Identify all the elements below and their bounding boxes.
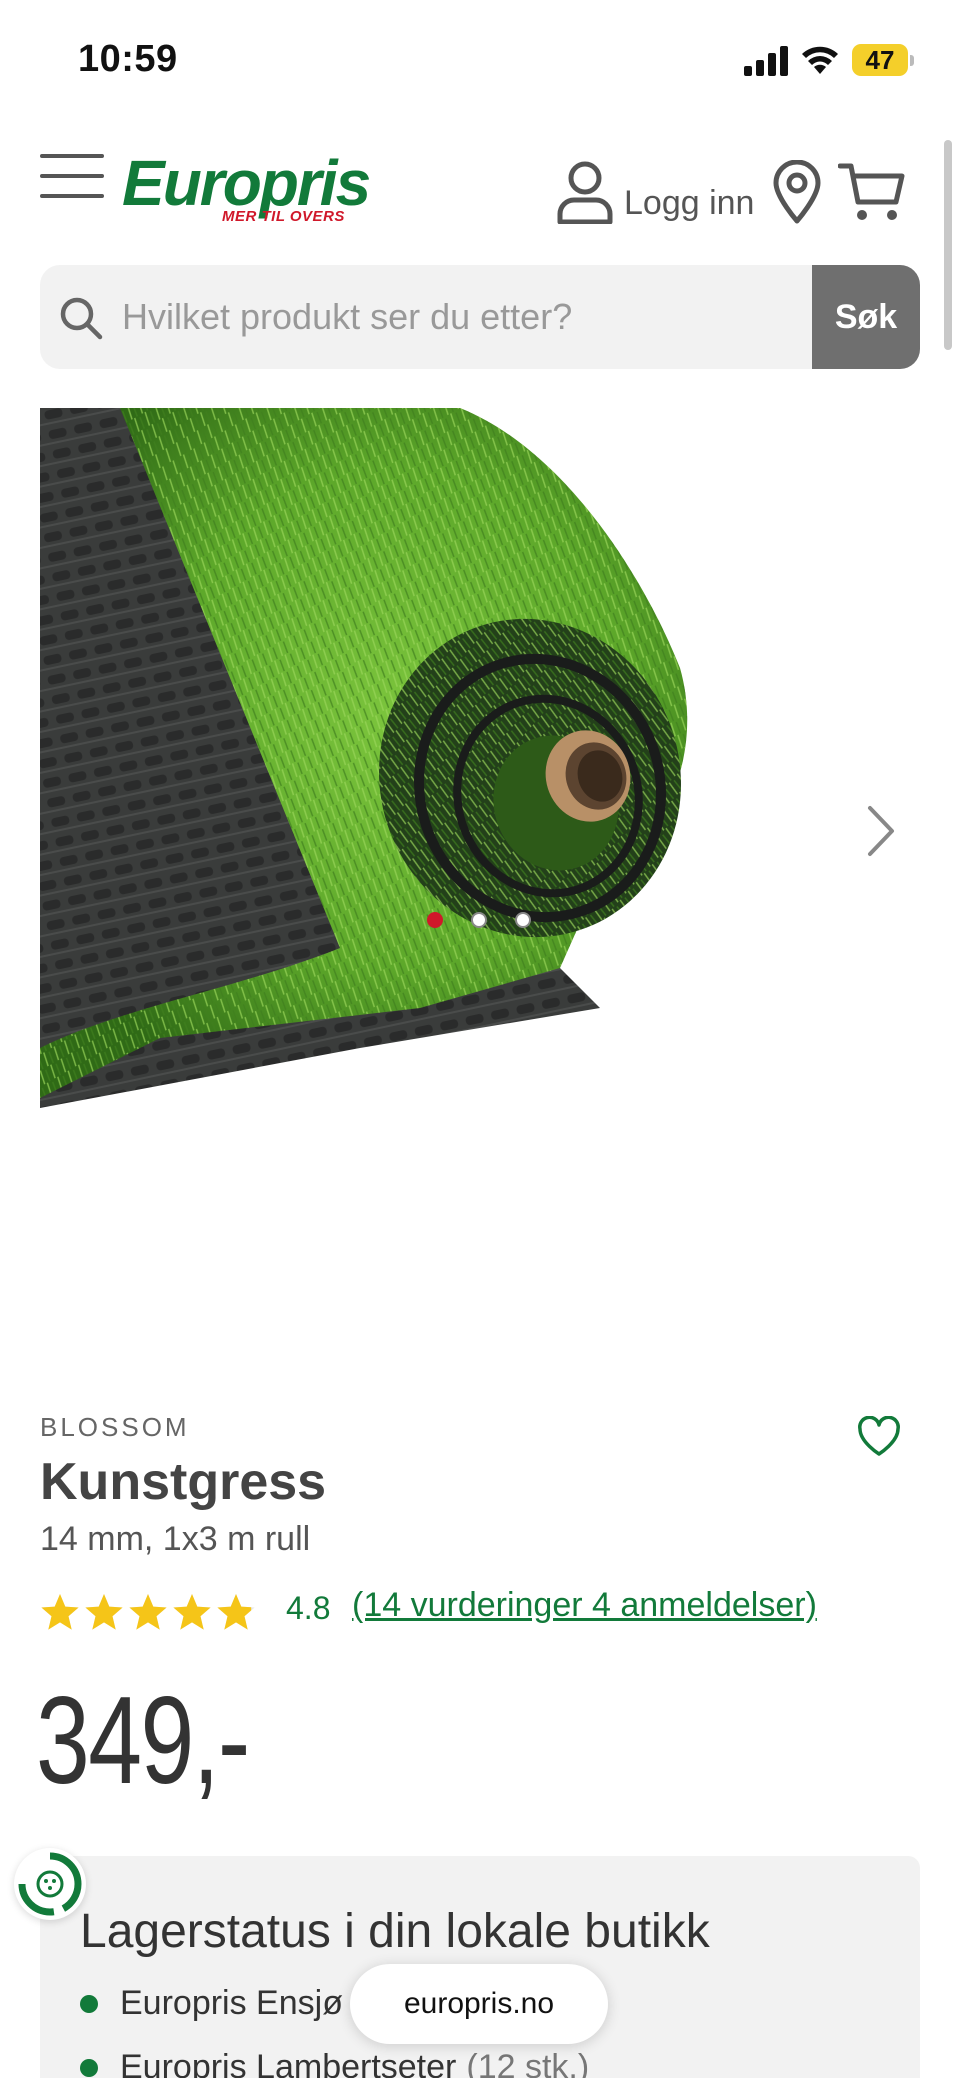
product-subtitle: 14 mm, 1x3 m rull <box>40 1520 311 1558</box>
reviews-link[interactable]: (14 vurderinger 4 anmeldelser) <box>352 1586 817 1625</box>
store-name: Europris Ensjø <box>120 1984 343 2022</box>
next-image-arrow-icon[interactable] <box>856 796 906 866</box>
status-bar: 10:59 47 <box>0 0 960 120</box>
signal-icon <box>744 46 788 76</box>
search-input[interactable] <box>122 265 842 369</box>
user-icon[interactable] <box>556 160 614 224</box>
stock-title: Lagerstatus i din lokale butikk <box>80 1905 710 1958</box>
gallery-pagination <box>0 904 960 934</box>
store-row[interactable]: Europris Lambertseter (12 stk.) <box>80 2048 589 2078</box>
store-location-icon[interactable] <box>772 160 822 224</box>
store-quantity: (12 stk.) <box>466 2048 590 2078</box>
cart-icon[interactable] <box>838 160 906 224</box>
store-row[interactable]: Europris Ensjø ( <box>80 1984 364 2023</box>
hamburger-menu-icon[interactable] <box>40 152 104 202</box>
search-bar: Søk <box>40 265 920 369</box>
store-name: Europris Lambertseter <box>120 2048 457 2078</box>
product-gallery[interactable] <box>40 408 920 1278</box>
gallery-dot[interactable] <box>515 912 531 928</box>
search-button[interactable]: Søk <box>812 265 920 369</box>
battery-indicator: 47 <box>852 44 914 76</box>
logo-tagline: MER TIL OVERS <box>222 208 345 225</box>
wifi-icon <box>802 46 838 74</box>
rating-value: 4.8 <box>286 1590 331 1626</box>
gallery-dot[interactable] <box>471 912 487 928</box>
product-brand[interactable]: BLOSSOM <box>40 1412 190 1443</box>
browser-url-bar[interactable]: europris.no <box>350 1964 608 2044</box>
in-stock-dot-icon <box>80 1994 98 2013</box>
recycling-badge-icon[interactable] <box>14 1848 86 1920</box>
favorite-heart-icon[interactable] <box>856 1416 902 1458</box>
gallery-dot[interactable] <box>427 912 443 928</box>
rating-stars-icon <box>41 1594 255 1630</box>
search-icon <box>60 297 103 340</box>
artificial-grass-roll-image <box>40 408 688 1108</box>
status-time: 10:59 <box>78 38 178 80</box>
in-stock-dot-icon <box>80 2058 98 2077</box>
europris-logo[interactable]: Europris MER TIL OVERS <box>122 146 371 230</box>
login-link[interactable]: Logg inn <box>624 184 754 223</box>
product-price: 349,- <box>36 1672 250 1810</box>
page-scrollbar[interactable] <box>944 140 952 350</box>
product-title: Kunstgress <box>40 1453 327 1511</box>
